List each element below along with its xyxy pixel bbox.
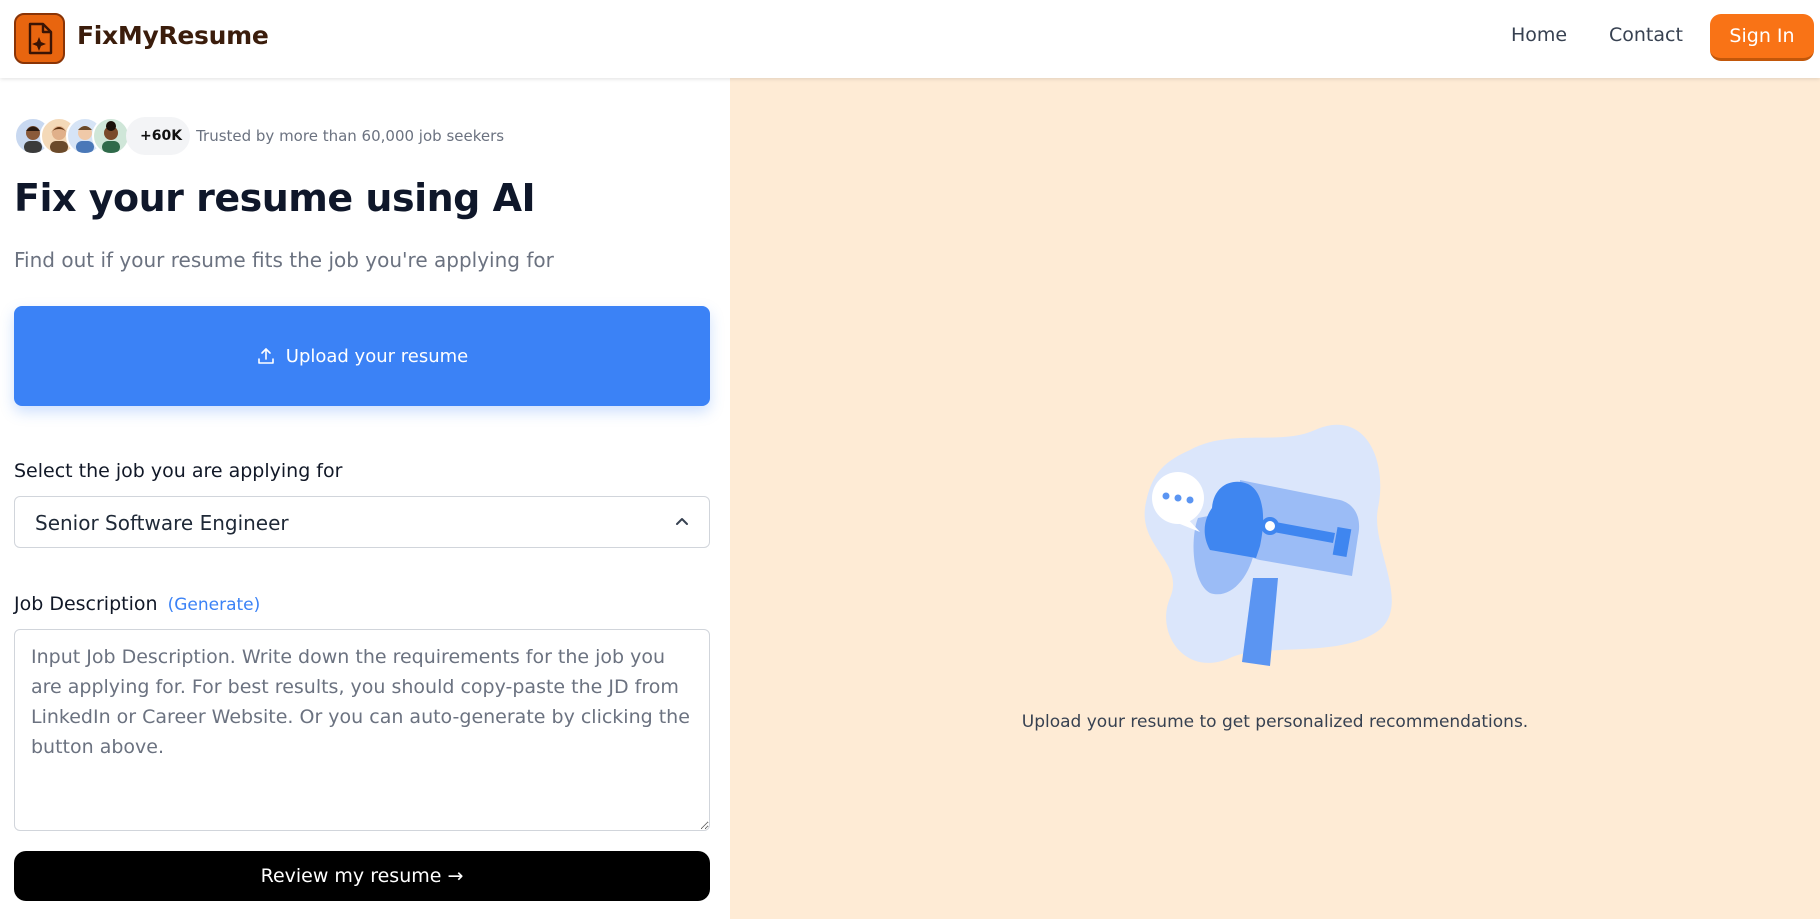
recommendations-panel: Upload your resume to get personalized r… — [730, 78, 1820, 919]
job-description-label-text: Job Description — [14, 593, 158, 615]
trust-badge: +60K Trusted by more than 60,000 job see… — [14, 117, 504, 155]
logo-icon[interactable] — [14, 13, 65, 64]
chevron-up-icon — [676, 518, 688, 525]
nav-contact-link[interactable]: Contact — [1609, 24, 1683, 46]
job-select-dropdown[interactable]: Senior Software Engineer — [14, 496, 710, 548]
job-select-label: Select the job you are applying for — [14, 460, 343, 482]
trust-text: Trusted by more than 60,000 job seekers — [196, 127, 505, 145]
upload-resume-button[interactable]: Upload your resume — [14, 306, 710, 406]
upload-icon — [257, 348, 274, 364]
top-navbar: FixMyResume Home Contact Sign In — [0, 0, 1820, 78]
megaphone-illustration — [1144, 424, 1392, 666]
sign-in-button[interactable]: Sign In — [1710, 14, 1814, 61]
job-description-label: Job Description (Generate) — [14, 593, 260, 615]
recommendations-caption: Upload your resume to get personalized r… — [1021, 712, 1529, 732]
page-subtitle: Find out if your resume fits the job you… — [14, 248, 554, 272]
job-description-textarea[interactable] — [14, 629, 710, 831]
brand-name[interactable]: FixMyResume — [77, 21, 269, 50]
job-select-value: Senior Software Engineer — [35, 511, 289, 535]
avatar — [92, 117, 130, 155]
review-resume-button[interactable]: Review my resume → — [14, 851, 710, 901]
generate-description-link[interactable]: (Generate) — [168, 595, 261, 615]
user-count-badge: +60K — [126, 117, 191, 155]
page-title: Fix your resume using AI — [14, 176, 536, 220]
nav-home-link[interactable]: Home — [1511, 24, 1567, 46]
upload-resume-label: Upload your resume — [285, 345, 469, 367]
resume-form-panel: +60K Trusted by more than 60,000 job see… — [0, 78, 730, 919]
